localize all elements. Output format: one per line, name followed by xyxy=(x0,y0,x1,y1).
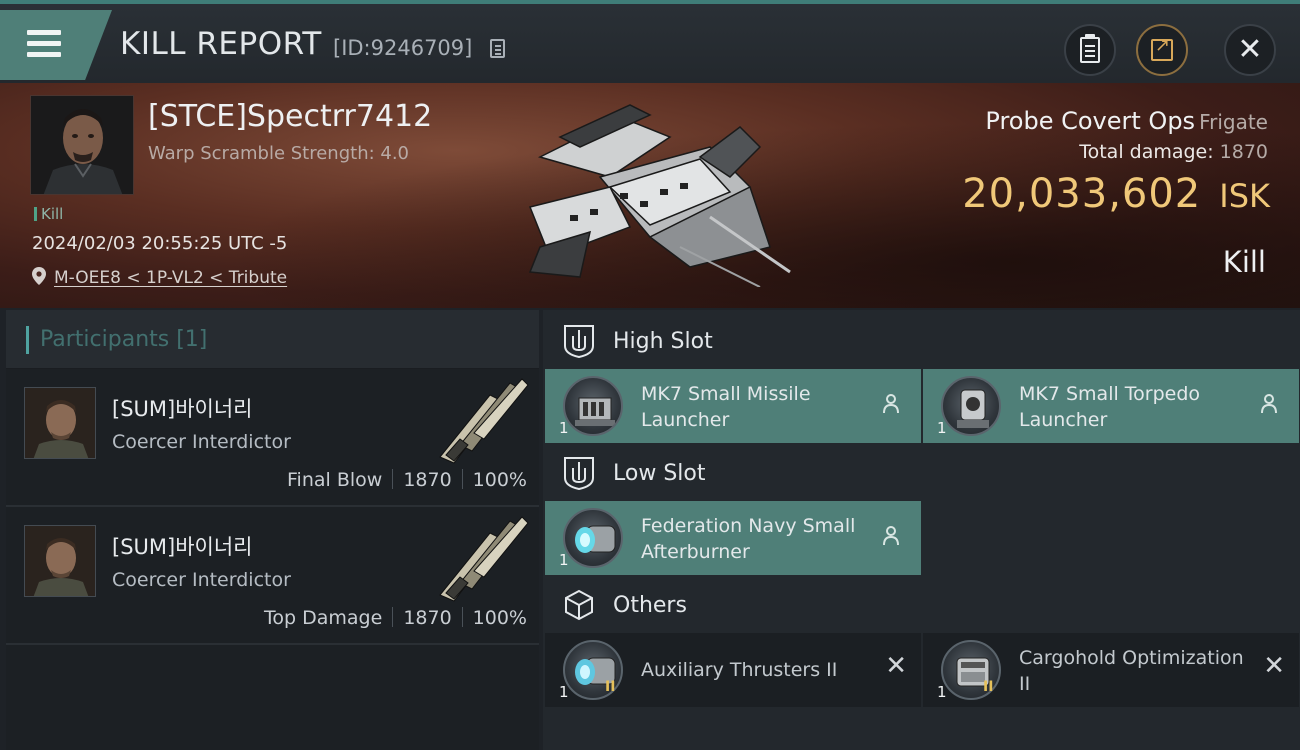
module-quantity: 1 xyxy=(559,683,569,701)
isk-unit: ISK xyxy=(1219,177,1270,215)
victim-stat: Warp Scramble Strength: 4.0 xyxy=(148,143,410,164)
copy-icon[interactable] xyxy=(490,39,505,58)
participants-label: Participants [1] xyxy=(40,327,208,352)
participant-damage: 1870 xyxy=(403,607,452,629)
clipboard-icon xyxy=(1080,34,1100,63)
victim-portrait[interactable] xyxy=(30,95,134,195)
person-icon xyxy=(883,526,899,546)
low-slot-label: Low Slot xyxy=(613,461,706,486)
participants-header: Participants [1] xyxy=(6,310,539,369)
participant-row[interactable]: [SUM]바이너리 Coercer Interdictor Top Damage… xyxy=(6,507,539,645)
total-damage: Total damage: 1870 xyxy=(1079,141,1268,163)
close-icon: ✕ xyxy=(1237,32,1263,67)
share-button[interactable] xyxy=(1136,24,1188,76)
others-header: Others xyxy=(543,576,1300,634)
participant-damage: 1870 xyxy=(403,469,452,491)
participant-name[interactable]: [SUM]바이너리 xyxy=(112,393,253,423)
participant-percent: 100% xyxy=(472,469,527,491)
module-mk7-small-torpedo-launcher[interactable]: 1 MK7 Small Torpedo Launcher xyxy=(923,369,1299,443)
participant-stats: Final Blow 1870 100% xyxy=(287,469,527,491)
high-slot-label: High Slot xyxy=(613,329,713,354)
participant-portrait[interactable] xyxy=(24,525,96,597)
module-name: Federation Navy Small Afterburner xyxy=(641,515,856,563)
total-damage-value: 1870 xyxy=(1219,141,1268,163)
participant-name[interactable]: [SUM]바이너리 xyxy=(112,531,253,561)
kill-banner: [STCE]Spectrr7412 Warp Scramble Strength… xyxy=(0,83,1300,308)
low-slot-icon xyxy=(564,457,594,490)
header-bar: KILL REPORT [ID:9246709] ✕ xyxy=(0,0,1300,83)
menu-button[interactable] xyxy=(0,10,112,80)
person-icon xyxy=(883,394,899,414)
module-name: Auxiliary Thrusters II xyxy=(641,659,838,681)
victim-ship-image[interactable] xyxy=(500,97,800,287)
ship-name-text[interactable]: Probe Covert Ops xyxy=(985,107,1195,135)
victim-ship-name: Probe Covert Ops Frigate xyxy=(985,107,1268,135)
victim-name[interactable]: [STCE]Spectrr7412 xyxy=(148,99,432,134)
fitting-panel: High Slot 1 MK7 Small Missile Launcher 1… xyxy=(543,310,1300,750)
participant-percent: 100% xyxy=(472,607,527,629)
cargo-box-icon xyxy=(565,589,593,621)
destroyed-x-icon: ✕ xyxy=(885,651,907,681)
kill-result: Kill xyxy=(1222,245,1266,279)
module-quantity: 1 xyxy=(937,419,947,437)
location-pin-icon xyxy=(32,267,46,285)
module-quantity: 1 xyxy=(937,683,947,701)
participant-stats: Top Damage 1870 100% xyxy=(264,607,527,629)
low-slot-header: Low Slot xyxy=(543,444,1300,502)
report-button[interactable] xyxy=(1064,24,1116,76)
torpedo-launcher-icon xyxy=(941,376,1001,436)
header-accent xyxy=(26,326,29,354)
module-mk7-small-missile-launcher[interactable]: 1 MK7 Small Missile Launcher xyxy=(545,369,921,443)
missile-launcher-icon xyxy=(563,376,623,436)
menu-icon xyxy=(27,30,61,60)
participant-ship-image xyxy=(439,378,529,464)
high-slot-header: High Slot xyxy=(543,312,1300,370)
report-id: [ID:9246709] xyxy=(333,36,473,60)
kill-timestamp: 2024/02/03 20:55:25 UTC -5 xyxy=(32,233,288,254)
afterburner-icon xyxy=(563,508,623,568)
module-federation-navy-small-afterburner[interactable]: 1 Federation Navy Small Afterburner xyxy=(545,501,921,575)
module-name: MK7 Small Missile Launcher xyxy=(641,383,811,431)
module-name: MK7 Small Torpedo Launcher xyxy=(1019,383,1201,431)
module-quantity: 1 xyxy=(559,419,569,437)
kill-location-link[interactable]: M-OEE8 < 1P-VL2 < Tribute xyxy=(54,268,287,288)
module-cargohold-optimization-ii[interactable]: 1 II Cargohold Optimization II ✕ xyxy=(923,633,1299,707)
module-name: Cargohold Optimization II xyxy=(1019,647,1244,695)
person-icon xyxy=(1261,394,1277,414)
module-quantity: 1 xyxy=(559,551,569,569)
participant-role: Top Damage xyxy=(264,607,383,629)
participant-portrait[interactable] xyxy=(24,387,96,459)
isk-amount: 20,033,602 xyxy=(962,171,1202,217)
participant-ship: Coercer Interdictor xyxy=(112,431,291,453)
high-slot-icon xyxy=(564,325,594,358)
share-icon xyxy=(1151,35,1173,61)
module-auxiliary-thrusters-ii[interactable]: 1 II Auxiliary Thrusters II ✕ xyxy=(545,633,921,707)
tech-level-badge: II xyxy=(983,679,994,695)
close-button[interactable]: ✕ xyxy=(1224,24,1276,76)
destroyed-x-icon: ✕ xyxy=(1263,651,1285,681)
page-title: KILL REPORT xyxy=(120,26,322,62)
participant-row[interactable]: [SUM]바이너리 Coercer Interdictor Final Blow… xyxy=(6,369,539,507)
ship-class: Frigate xyxy=(1199,110,1268,134)
tech-level-badge: II xyxy=(605,679,616,695)
others-label: Others xyxy=(613,593,687,618)
kill-tag: Kill xyxy=(34,205,63,223)
total-damage-label: Total damage: xyxy=(1079,141,1214,163)
participant-role: Final Blow xyxy=(287,469,383,491)
isk-value: 20,033,602 ISK xyxy=(962,171,1270,217)
participant-ship-image xyxy=(439,516,529,602)
participant-ship: Coercer Interdictor xyxy=(112,569,291,591)
participants-panel: Participants [1] [SUM]바이너리 Coercer Inter… xyxy=(6,310,539,750)
